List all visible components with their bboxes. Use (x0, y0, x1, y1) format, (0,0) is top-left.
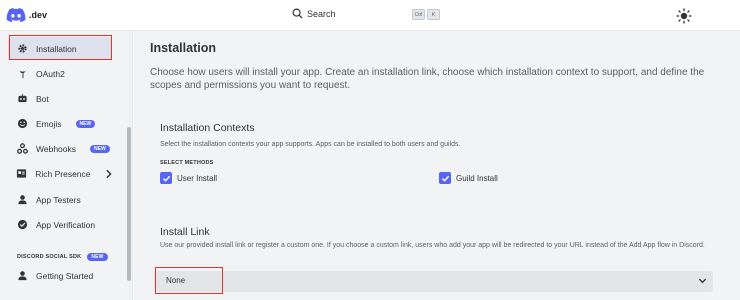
guild-install-label: Guild Install (456, 173, 498, 183)
shortcut-key-ctrl: Ctrl (412, 9, 425, 20)
check-badge-icon (16, 219, 28, 231)
smile-icon (16, 118, 28, 130)
sun-icon[interactable] (676, 8, 692, 24)
sidebar-item-label: Getting Started (36, 270, 94, 281)
user-install-option[interactable]: User Install (160, 172, 217, 184)
chevron-right-icon (105, 169, 112, 178)
bot-icon (16, 93, 28, 105)
page-title: Installation (150, 41, 216, 55)
logo-text: .dev (29, 10, 48, 20)
sidebar-item-label: Rich Presence (35, 168, 91, 179)
sidebar-item-label: App Verification (36, 219, 96, 230)
new-badge: NEW (87, 253, 108, 261)
page-description: Choose how users will install your app. … (150, 67, 705, 91)
wrench-icon (16, 68, 28, 80)
sidebar-item-label: Emojis (36, 118, 62, 129)
install-link-description: Use our provided install link or registe… (160, 242, 705, 249)
checkmark-icon (441, 175, 449, 182)
user-icon (16, 270, 28, 282)
top-bar: .dev Search Ctrl K (0, 0, 740, 31)
sidebar-item-installation[interactable]: Installation (8, 37, 112, 60)
sidebar: Installation OAuth2 Bot Emojis NEW Webho… (0, 31, 133, 300)
sidebar-item-label: Installation (36, 43, 77, 54)
sidebar-item-app-testers[interactable]: App Testers (8, 188, 112, 211)
install-link-select[interactable]: None (154, 271, 713, 292)
checkmark-icon (162, 175, 170, 182)
user-icon (16, 194, 28, 206)
webhook-icon (16, 143, 28, 155)
chevron-down-icon (698, 278, 707, 284)
search-label: Search (307, 8, 336, 19)
search-button[interactable]: Search (292, 8, 336, 19)
sidebar-item-label: App Testers (36, 194, 81, 205)
sidebar-item-oauth2[interactable]: OAuth2 (8, 62, 112, 85)
section-header-label: DISCORD SOCIAL SDK (17, 254, 82, 260)
sidebar-item-webhooks[interactable]: Webhooks NEW (8, 137, 112, 160)
select-methods-label: SELECT METHODS (160, 160, 214, 166)
presence-icon (16, 168, 27, 180)
new-badge: NEW (90, 144, 110, 153)
installation-contexts-title: Installation Contexts (160, 122, 255, 134)
user-install-checkbox[interactable] (160, 172, 172, 184)
new-badge: NEW (75, 119, 96, 128)
sidebar-item-label: OAuth2 (36, 68, 65, 79)
shortcut-key-k: K (427, 9, 440, 20)
guild-install-option[interactable]: Guild Install (439, 172, 498, 184)
discord-logo-icon (6, 8, 26, 22)
sidebar-item-emojis[interactable]: Emojis NEW (8, 112, 112, 135)
user-install-label: User Install (177, 173, 218, 183)
sdk-section-header: DISCORD SOCIAL SDK NEW (17, 253, 108, 261)
gear-icon (16, 43, 28, 55)
main-content: Installation Choose how users will insta… (134, 31, 740, 300)
guild-install-checkbox[interactable] (439, 172, 451, 184)
sidebar-item-label: Webhooks (36, 143, 77, 154)
sidebar-item-label: Bot (36, 93, 49, 104)
installation-contexts-description: Select the installation contexts your ap… (160, 141, 461, 148)
sidebar-item-rich-presence[interactable]: Rich Presence (8, 162, 112, 185)
sidebar-item-app-verification[interactable]: App Verification (8, 213, 112, 236)
sidebar-item-bot[interactable]: Bot (8, 87, 112, 110)
discord-dev-logo[interactable]: .dev (6, 8, 47, 22)
install-link-title: Install Link (160, 226, 210, 238)
install-link-selected-value: None (166, 276, 186, 285)
sidebar-scrollbar[interactable] (127, 127, 131, 281)
search-icon (292, 8, 303, 19)
sidebar-item-getting-started[interactable]: Getting Started (8, 264, 112, 287)
